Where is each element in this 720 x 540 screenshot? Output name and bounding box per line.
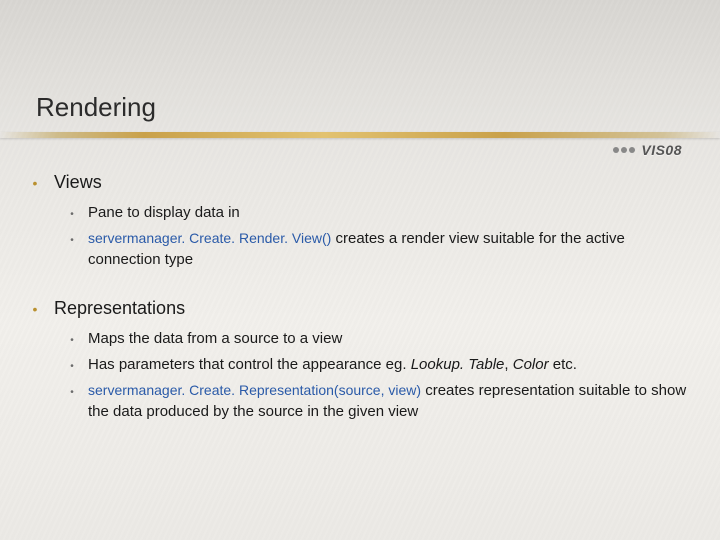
- section-heading: Views: [54, 172, 102, 193]
- slide-title: Rendering: [36, 92, 156, 123]
- section-views: • Views • Pane to display data in • serv…: [30, 172, 690, 270]
- item-text: servermanager. Create. Render. View() cr…: [88, 229, 690, 270]
- bullet-icon: •: [68, 233, 76, 249]
- bullet-icon: •: [30, 176, 40, 190]
- list-item: • Pane to display data in: [68, 203, 690, 223]
- bullet-icon: •: [68, 207, 76, 223]
- bullet-icon: •: [68, 333, 76, 349]
- list-item: • servermanager. Create. Render. View() …: [68, 229, 690, 270]
- title-divider: [0, 132, 720, 138]
- text-span: etc.: [553, 356, 577, 373]
- text-span: Has parameters that control the appearan…: [88, 356, 411, 373]
- item-text: Pane to display data in: [88, 203, 690, 223]
- section-heading: Representations: [54, 298, 185, 319]
- slide: Rendering VIS08 • Views • Pane to displa…: [0, 0, 720, 540]
- code-span: servermanager. Create. Representation(so…: [88, 382, 421, 398]
- bullet-icon: •: [68, 385, 76, 401]
- italic-span: Lookup. Table: [411, 356, 505, 373]
- code-span: servermanager. Create. Render. View(): [88, 230, 331, 246]
- italic-span: Color: [513, 356, 553, 373]
- section-representations: • Representations • Maps the data from a…: [30, 298, 690, 422]
- list-item: • Maps the data from a source to a view: [68, 329, 690, 349]
- item-text: servermanager. Create. Representation(so…: [88, 381, 690, 422]
- bullet-icon: •: [30, 302, 40, 316]
- item-text: Has parameters that control the appearan…: [88, 355, 690, 375]
- slide-body: • Views • Pane to display data in • serv…: [30, 172, 690, 450]
- text-span: ,: [504, 356, 512, 373]
- conference-logo: VIS08: [613, 142, 682, 158]
- list-item: • servermanager. Create. Representation(…: [68, 381, 690, 422]
- logo-text: VIS08: [641, 142, 682, 158]
- list-item: • Has parameters that control the appear…: [68, 355, 690, 375]
- item-text: Maps the data from a source to a view: [88, 329, 690, 349]
- logo-dots-icon: [613, 147, 635, 153]
- bullet-icon: •: [68, 359, 76, 375]
